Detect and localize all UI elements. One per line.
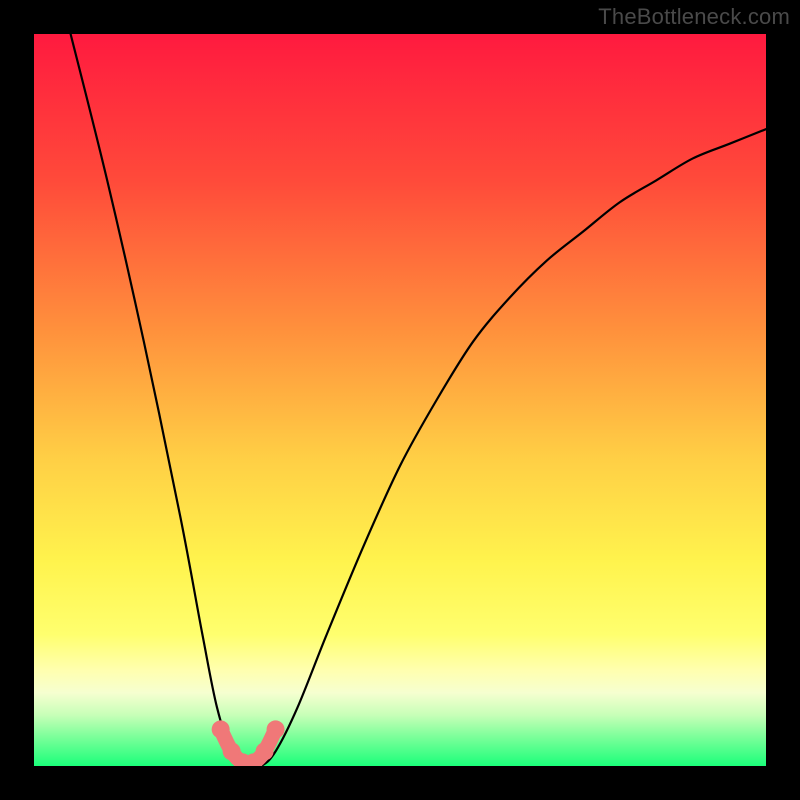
curve-layer [34, 34, 766, 766]
minimum-marker-dot [256, 742, 274, 760]
chart-canvas: TheBottleneck.com [0, 0, 800, 800]
attribution-text: TheBottleneck.com [598, 4, 790, 30]
bottleneck-curve [71, 34, 766, 766]
plot-area [34, 34, 766, 766]
minimum-marker-dot [267, 720, 285, 738]
minimum-marker-dot [212, 720, 230, 738]
